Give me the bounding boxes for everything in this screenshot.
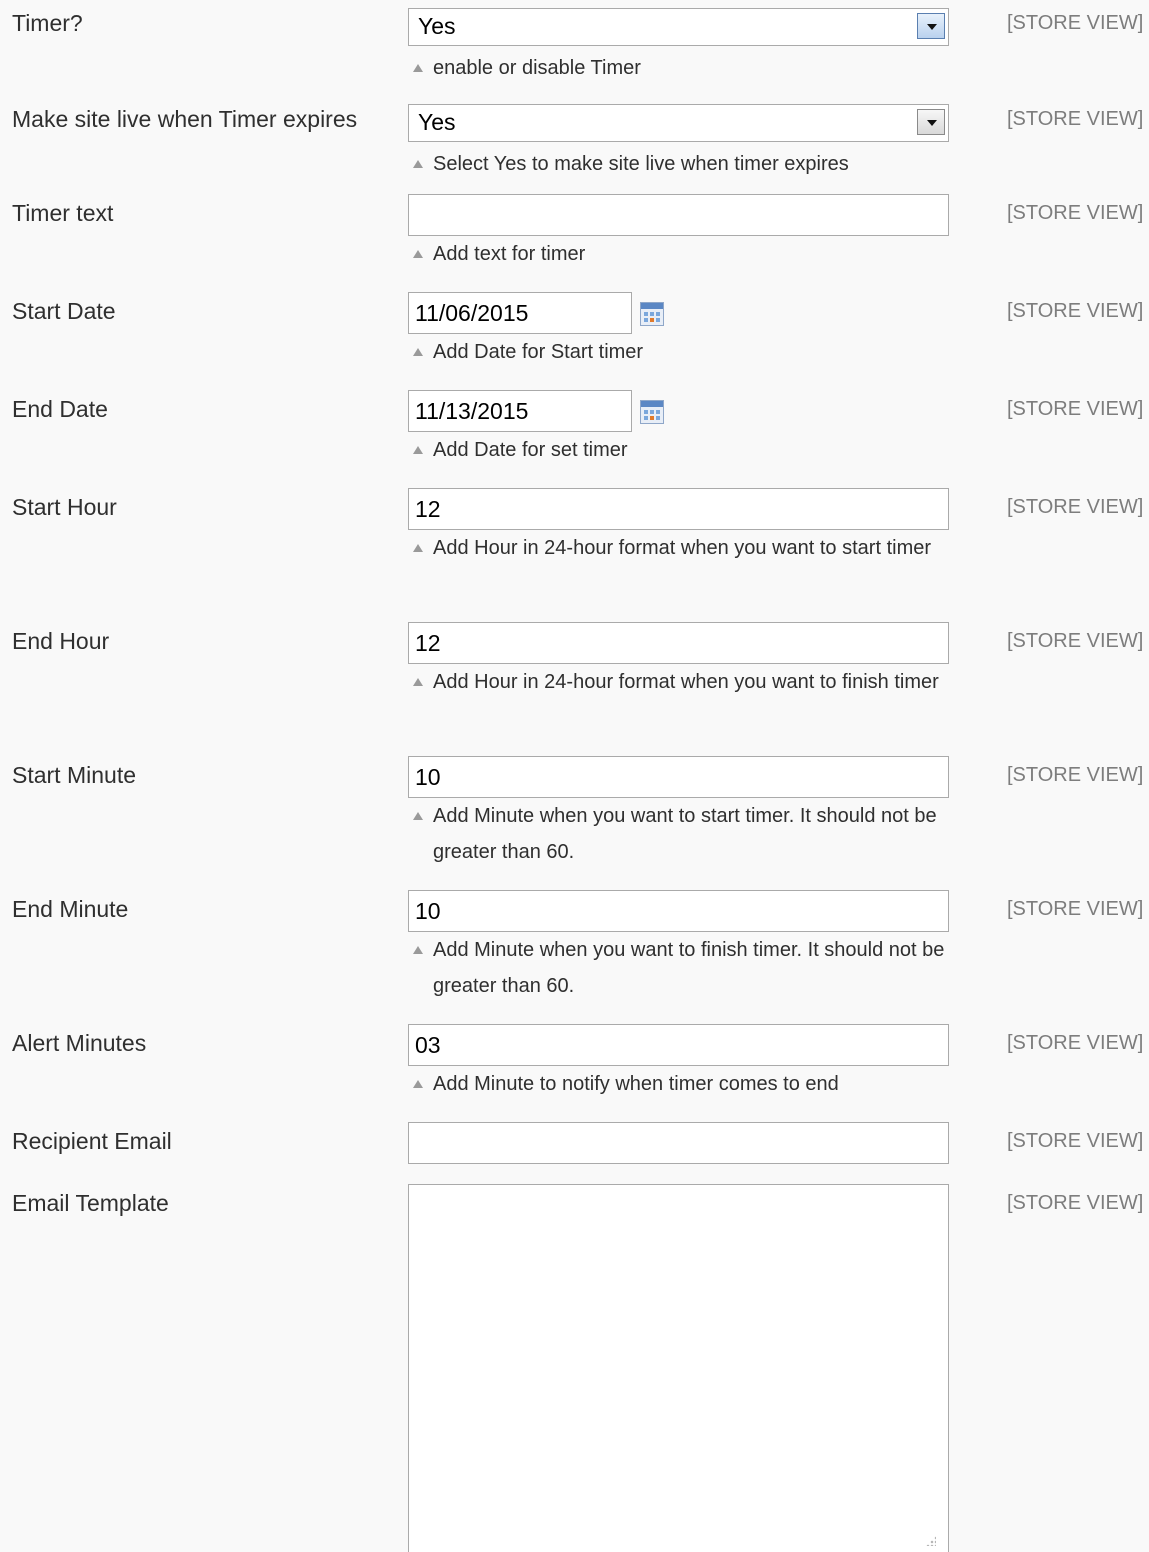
email-template-textarea[interactable]	[408, 1184, 949, 1552]
alert-minutes-label: Alert Minutes	[12, 1030, 147, 1056]
end-minute-note: Add Minute when you want to finish timer…	[408, 932, 949, 1004]
alert-minutes-field: Add Minute to notify when timer comes to…	[408, 1024, 949, 1102]
timer-select[interactable]: Yes	[408, 8, 949, 46]
end-minute-field: Add Minute when you want to finish timer…	[408, 890, 949, 1004]
start-hour-field: Add Hour in 24-hour format when you want…	[408, 488, 949, 566]
timer-text-label: Timer text	[12, 200, 114, 226]
timer-text-note-text: Add text for timer	[433, 243, 586, 265]
alert-minutes-note: Add Minute to notify when timer comes to…	[408, 1066, 949, 1102]
triangle-up-icon	[413, 678, 423, 686]
end-minute-note-text: Add Minute when you want to finish timer…	[433, 939, 945, 997]
start-minute-scope: [STORE VIEW]	[1007, 764, 1144, 786]
start-minute-note-text: Add Minute when you want to start timer.…	[433, 805, 937, 863]
start-hour-note-text: Add Hour in 24-hour format when you want…	[433, 537, 932, 559]
end-hour-scope: [STORE VIEW]	[1007, 630, 1144, 652]
end-date-field: Add Date for set timer	[408, 390, 949, 468]
end-date-label: End Date	[12, 396, 108, 422]
chevron-down-icon[interactable]	[917, 13, 945, 39]
timer-config-form: Timer? Yes enable or disable Timer [STOR…	[0, 0, 1149, 1552]
triangle-up-icon	[413, 160, 423, 168]
start-date-field: Add Date for Start timer	[408, 292, 949, 370]
email-template-label: Email Template	[12, 1190, 169, 1216]
recipient-email-scope: [STORE VIEW]	[1007, 1130, 1144, 1152]
triangle-up-icon	[413, 446, 423, 454]
alert-minutes-scope: [STORE VIEW]	[1007, 1032, 1144, 1054]
start-date-label: Start Date	[12, 298, 116, 324]
start-hour-scope: [STORE VIEW]	[1007, 496, 1144, 518]
start-date-note-text: Add Date for Start timer	[433, 341, 644, 363]
end-hour-note-text: Add Hour in 24-hour format when you want…	[433, 671, 939, 693]
timer-select-value: Yes	[418, 13, 456, 39]
triangle-up-icon	[413, 250, 423, 258]
start-date-note: Add Date for Start timer	[408, 334, 949, 370]
recipient-email-label: Recipient Email	[12, 1128, 172, 1154]
triangle-up-icon	[413, 946, 423, 954]
timer-text-field: Add text for timer	[408, 194, 949, 272]
triangle-up-icon	[413, 348, 423, 356]
site-live-select[interactable]: Yes	[408, 104, 949, 142]
timer-text-input[interactable]	[408, 194, 949, 236]
start-minute-input[interactable]	[408, 756, 949, 798]
site-live-note-text: Select Yes to make site live when timer …	[433, 153, 849, 175]
calendar-icon[interactable]	[640, 302, 664, 326]
email-template-scope: [STORE VIEW]	[1007, 1192, 1144, 1214]
site-live-note: Select Yes to make site live when timer …	[408, 146, 949, 182]
triangle-up-icon	[413, 544, 423, 552]
end-minute-label: End Minute	[12, 896, 129, 922]
end-minute-input[interactable]	[408, 890, 949, 932]
start-minute-field: Add Minute when you want to start timer.…	[408, 756, 949, 870]
timer-text-scope: [STORE VIEW]	[1007, 202, 1144, 224]
timer-label: Timer?	[12, 10, 83, 36]
start-hour-label: Start Hour	[12, 494, 117, 520]
recipient-email-field	[408, 1122, 949, 1164]
site-live-label: Make site live when Timer expires	[12, 106, 358, 132]
recipient-email-input[interactable]	[408, 1122, 949, 1164]
start-hour-input[interactable]	[408, 488, 949, 530]
end-hour-note: Add Hour in 24-hour format when you want…	[408, 664, 949, 700]
end-minute-scope: [STORE VIEW]	[1007, 898, 1144, 920]
calendar-icon[interactable]	[640, 400, 664, 424]
triangle-up-icon	[413, 812, 423, 820]
site-live-scope: [STORE VIEW]	[1007, 108, 1144, 130]
triangle-up-icon	[413, 1080, 423, 1088]
start-date-input[interactable]	[408, 292, 632, 334]
start-date-scope: [STORE VIEW]	[1007, 300, 1144, 322]
end-hour-field: Add Hour in 24-hour format when you want…	[408, 622, 949, 700]
start-hour-note: Add Hour in 24-hour format when you want…	[408, 530, 949, 566]
end-date-input[interactable]	[408, 390, 632, 432]
timer-field: Yes enable or disable Timer	[408, 8, 949, 86]
triangle-up-icon	[413, 64, 423, 72]
timer-note-text: enable or disable Timer	[433, 57, 641, 79]
site-live-field: Yes Select Yes to make site live when ti…	[408, 104, 949, 182]
chevron-down-icon[interactable]	[917, 109, 945, 135]
alert-minutes-input[interactable]	[408, 1024, 949, 1066]
end-hour-input[interactable]	[408, 622, 949, 664]
start-minute-note: Add Minute when you want to start timer.…	[408, 798, 949, 870]
timer-note: enable or disable Timer	[408, 50, 949, 86]
alert-minutes-note-text: Add Minute to notify when timer comes to…	[433, 1073, 839, 1095]
email-template-field	[408, 1184, 949, 1552]
end-date-scope: [STORE VIEW]	[1007, 398, 1144, 420]
start-minute-label: Start Minute	[12, 762, 136, 788]
timer-scope: [STORE VIEW]	[1007, 12, 1144, 34]
timer-text-note: Add text for timer	[408, 236, 949, 272]
end-hour-label: End Hour	[12, 628, 110, 654]
end-date-note: Add Date for set timer	[408, 432, 949, 468]
end-date-note-text: Add Date for set timer	[433, 439, 628, 461]
site-live-select-value: Yes	[418, 109, 456, 135]
